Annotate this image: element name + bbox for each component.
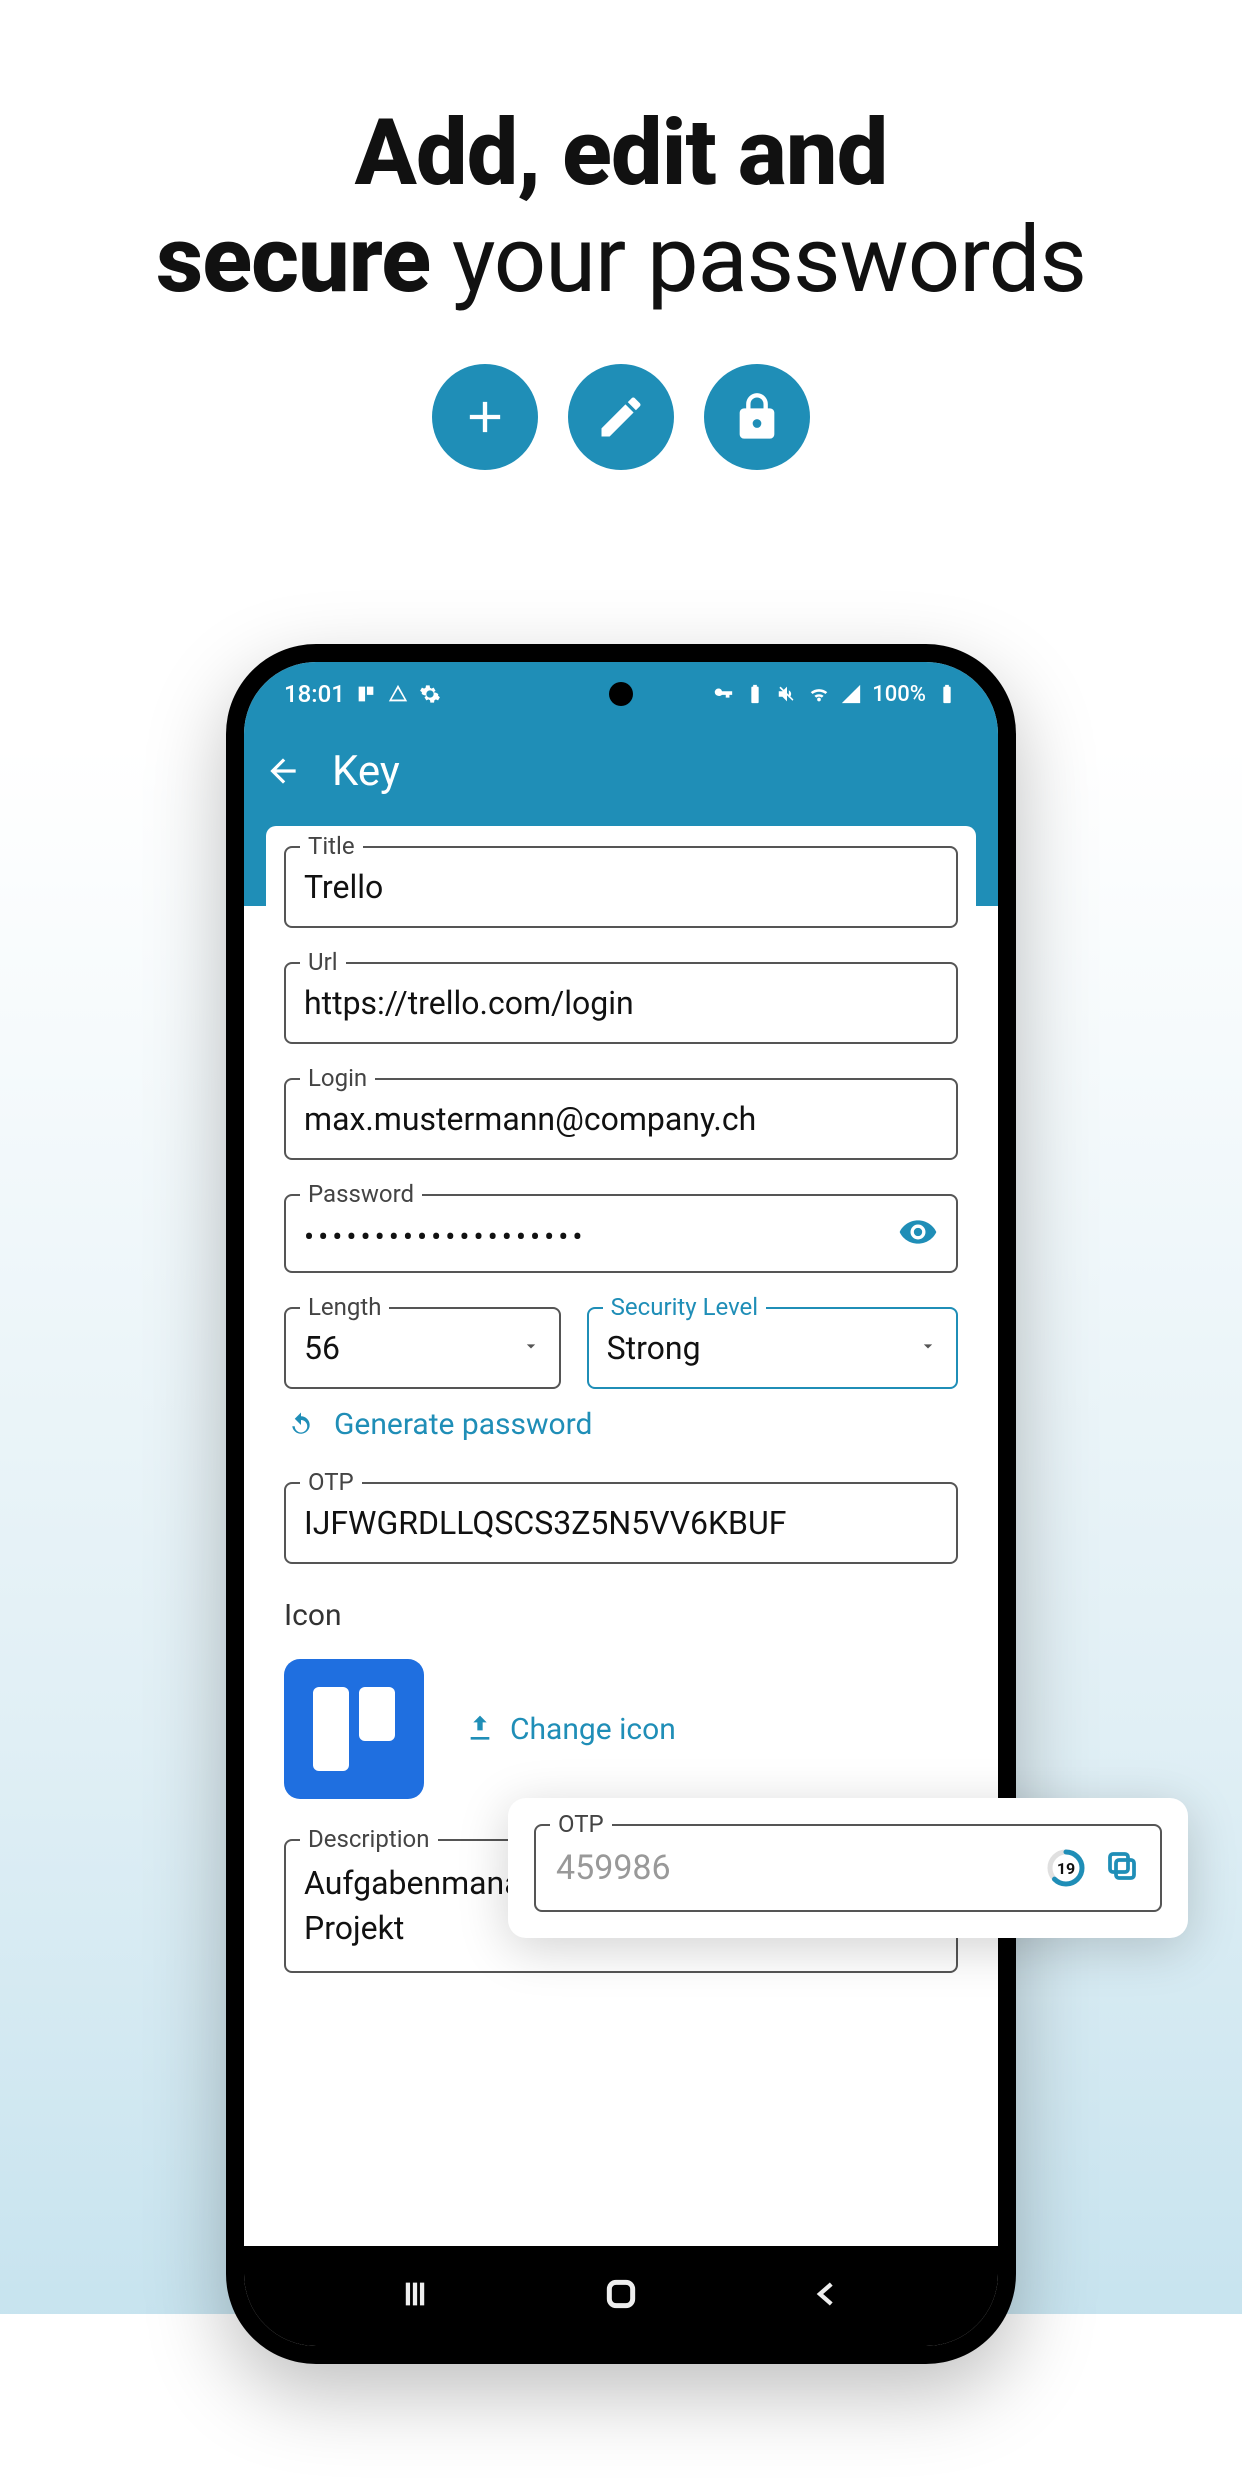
recents-button[interactable] <box>398 2277 432 2315</box>
battery-saver-icon <box>744 683 766 705</box>
otp-code: 459986 <box>556 1848 671 1888</box>
add-icon <box>432 364 538 470</box>
title-value: Trello <box>304 868 938 906</box>
lock-icon <box>704 364 810 470</box>
login-label: Login <box>300 1064 375 1092</box>
phone-frame: 18:01 100% Key <box>226 644 1016 2364</box>
password-field[interactable]: Password •••••••••••••••••••• <box>284 1194 958 1273</box>
security-level-label: Security Level <box>603 1293 766 1321</box>
length-label: Length <box>300 1293 389 1321</box>
vpn-key-icon <box>712 683 734 705</box>
back-nav-button[interactable] <box>810 2277 844 2315</box>
promo-line2: secure your passwords <box>0 207 1242 314</box>
battery-percent: 100% <box>872 682 926 707</box>
chevron-down-icon <box>918 1336 938 1360</box>
mute-icon <box>776 683 798 705</box>
login-field[interactable]: Login max.mustermann@company.ch <box>284 1078 958 1160</box>
otp-label: OTP <box>300 1468 362 1496</box>
title-field[interactable]: Title Trello <box>284 846 958 928</box>
otp-popup-field: OTP 459986 19 <box>534 1824 1162 1912</box>
status-app-icon <box>355 683 377 705</box>
url-label: Url <box>300 948 346 976</box>
otp-timer: 19 <box>1046 1848 1086 1888</box>
battery-icon <box>936 683 958 705</box>
length-field[interactable]: Length 56 <box>284 1307 561 1389</box>
status-warning-icon <box>387 683 409 705</box>
generate-password-label: Generate password <box>334 1407 592 1442</box>
promo-heading: Add, edit and secure your passwords <box>0 0 1242 314</box>
url-value: https://trello.com/login <box>304 984 938 1022</box>
otp-popup-label: OTP <box>550 1810 612 1838</box>
icon-section-label: Icon <box>284 1598 958 1633</box>
otp-popup: OTP 459986 19 <box>508 1798 1188 1938</box>
android-nav-bar <box>244 2246 998 2346</box>
password-value: •••••••••••••••••••• <box>304 1220 886 1255</box>
length-value: 56 <box>304 1329 340 1367</box>
trello-app-icon <box>284 1659 424 1799</box>
security-level-value: Strong <box>607 1329 701 1367</box>
copy-button[interactable] <box>1104 1848 1140 1888</box>
signal-icon <box>840 683 862 705</box>
phone-screen: 18:01 100% Key <box>244 662 998 2346</box>
password-label: Password <box>300 1180 422 1208</box>
change-icon-button[interactable]: Change icon <box>464 1712 676 1747</box>
otp-field[interactable]: OTP IJFWGRDLLQSCS3Z5N5VV6KBUF <box>284 1482 958 1564</box>
home-button[interactable] <box>601 2274 641 2318</box>
promo-line1: Add, edit and <box>0 100 1242 207</box>
description-label: Description <box>300 1825 438 1853</box>
login-value: max.mustermann@company.ch <box>304 1100 938 1138</box>
change-icon-label: Change icon <box>510 1712 676 1747</box>
status-settings-icon <box>419 683 441 705</box>
status-time: 18:01 <box>284 680 345 708</box>
edit-icon <box>568 364 674 470</box>
url-field[interactable]: Url https://trello.com/login <box>284 962 958 1044</box>
camera-notch <box>609 682 633 706</box>
toggle-visibility-button[interactable] <box>898 1212 938 1256</box>
app-bar-title: Key <box>332 747 400 796</box>
back-button[interactable] <box>264 752 302 790</box>
chevron-down-icon <box>521 1336 541 1360</box>
wifi-icon <box>808 683 830 705</box>
app-bar: Key <box>244 726 998 816</box>
otp-timer-value: 19 <box>1046 1848 1086 1888</box>
title-label: Title <box>300 832 363 860</box>
otp-value: IJFWGRDLLQSCS3Z5N5VV6KBUF <box>304 1504 938 1542</box>
generate-password-button[interactable]: Generate password <box>286 1407 958 1442</box>
promo-icons <box>0 364 1242 470</box>
security-level-field[interactable]: Security Level Strong <box>587 1307 958 1389</box>
